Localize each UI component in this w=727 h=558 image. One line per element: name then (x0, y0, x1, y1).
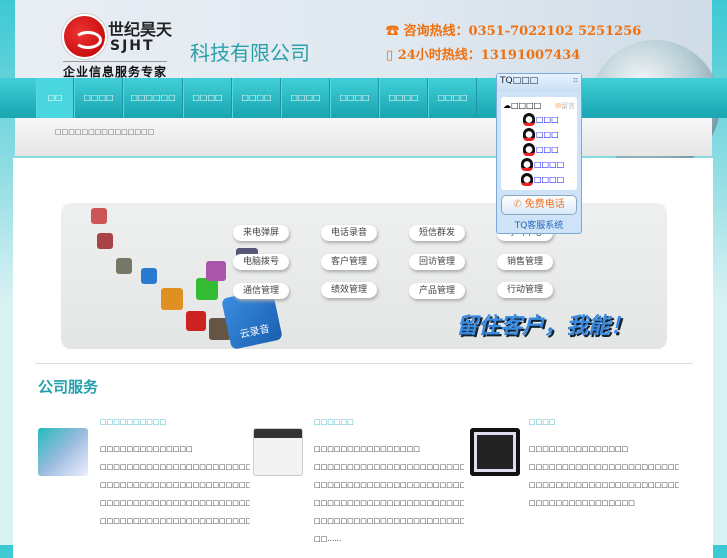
qq-penguin-icon (523, 113, 535, 126)
tq-agent-list: ☁□□□□ ✉留言 □□□ □□□ □□□ □□□□ □□□□ (501, 97, 577, 190)
app-icon (116, 258, 132, 274)
service-line: □□□□□□□□□□□□□□□□□□□□□□□□ (100, 517, 250, 525)
service-line: □□□□□□□□□□□□□□□□□□□□□□□□□□□□□□ (314, 481, 464, 489)
brand-en: SJHT (110, 38, 155, 54)
group-label: ☁□□□□ (503, 101, 542, 110)
company-name: 科技有限公司 (190, 41, 310, 65)
tq-agent[interactable]: □□□ (523, 128, 577, 141)
service-line: □□□□□□□□□□□□□□□□ (529, 499, 635, 507)
app-icon (186, 311, 206, 331)
phone-icon: ☎ (386, 24, 404, 39)
close-icon[interactable]: ⌗ (573, 76, 578, 86)
service-line: □□□□□□□□□□□□□□□□□□□□□□□□□□□□□□ (314, 463, 464, 471)
app-icon (141, 268, 157, 284)
hotline-24: ▯ 24小时热线：13191007434 (386, 44, 580, 63)
service-line: □□□□□□□□□□□□□□ (100, 445, 193, 453)
nav-item[interactable]: □□□□ (330, 78, 379, 118)
tq-agent[interactable]: □□□□ (521, 173, 577, 186)
feature-pill[interactable]: 通信管理 (233, 283, 289, 299)
nav-item[interactable]: □□□□ (183, 78, 232, 118)
brand-cn: 世纪昊天 (108, 20, 173, 39)
service-line: □□□□□□□□□□□□□□□□ (314, 445, 420, 453)
hotline: ☎ 咨询热线：0351-7022102 5251256 (386, 20, 641, 39)
nav-item[interactable]: □□□□□□ (123, 78, 183, 118)
divider (35, 363, 693, 364)
service-title[interactable]: □□□□□□□□□□ (100, 418, 250, 440)
service-line: □□…… (314, 535, 342, 543)
logo-icon[interactable] (62, 14, 107, 59)
nav-item[interactable]: □□□□ (379, 78, 428, 118)
hotline-text: 咨询热线：0351-7022102 5251256 (403, 24, 642, 39)
service-line: □□□□□□□□□□□□□□□□□□□□□□□□□□□□□□ (100, 463, 250, 471)
feature-pill[interactable]: 销售管理 (497, 254, 553, 270)
phone-handset-icon: ✆ (513, 199, 525, 210)
section-title: 公司服务 (38, 378, 99, 396)
nav-item-home[interactable]: □□ (36, 78, 74, 118)
qq-penguin-icon (523, 143, 535, 156)
nav-item[interactable]: □□□□ (74, 78, 123, 118)
main-content: 云录音 来电弹屏 电话录音 短信群发 呼叫中心 电脑拨号 客户管理 回访管理 销… (13, 158, 713, 558)
service-line: □□□□□□□□□□□□□□□□□□□□□□□□□□□□□□ (314, 499, 464, 507)
service-line: □□□□□□□□□□□□□□□□□□□□□□□□□□□□□□ (100, 481, 250, 489)
tq-agent[interactable]: □□□ (523, 113, 577, 126)
feature-pill[interactable]: 回访管理 (409, 254, 465, 270)
feature-pill[interactable]: 行动管理 (497, 282, 553, 298)
feature-pill[interactable]: 短信群发 (409, 225, 465, 241)
slogan: 留住客户，我能！ (456, 314, 633, 339)
feature-pill[interactable]: 产品管理 (409, 283, 465, 299)
app-icon (196, 278, 218, 300)
hotline24-text: 24小时热线：13191007434 (397, 48, 581, 63)
feature-pill[interactable]: 电话录音 (321, 225, 377, 241)
service-thumbnail[interactable] (470, 428, 520, 476)
nav-item[interactable]: □□□□ (232, 78, 281, 118)
service-column: □□□□□□□□□□ □□□□□□□□□□□□□□ □□□□□□□□□□□□□□… (100, 418, 250, 530)
qq-penguin-icon (521, 173, 533, 186)
service-thumbnail[interactable] (253, 428, 303, 476)
breadcrumb: □□□□□□□□□□□□□□□ (15, 118, 712, 156)
service-column: □□□□□□ □□□□□□□□□□□□□□□□ □□□□□□□□□□□□□□□□… (314, 418, 464, 548)
tq-system-link[interactable]: TQ客服系统 (497, 218, 581, 231)
feature-pill[interactable]: 电脑拨号 (233, 254, 289, 270)
feature-pill[interactable]: 来电弹屏 (233, 225, 289, 241)
service-thumbnail[interactable] (38, 428, 88, 476)
feature-pill[interactable]: 客户管理 (321, 254, 377, 270)
app-icon (97, 233, 113, 249)
free-call-button[interactable]: ✆ 免费电话 (501, 195, 577, 215)
tq-agent[interactable]: □□□ (523, 143, 577, 156)
tq-header[interactable]: TQ□□□ ⌗ (497, 74, 581, 92)
message-button[interactable]: ✉留言 (555, 101, 575, 111)
service-line: □□□□□□□□□□□□□□□□□□□□□□□□□□□□□□ (529, 463, 679, 471)
tq-title: TQ□□□ (500, 76, 539, 86)
qq-penguin-icon (521, 158, 533, 171)
app-icon (206, 261, 226, 281)
service-title[interactable]: □□□□□□ (314, 418, 464, 440)
tq-chat-widget: TQ□□□ ⌗ ☁□□□□ ✉留言 □□□ □□□ □□□ □□□□ □□□□ ✆ … (496, 73, 582, 234)
service-line: □□□□□□□□□□□□□□□□□□□□□□□□□□□□□□ (100, 499, 250, 507)
nav-item[interactable]: □□□□ (428, 78, 477, 118)
mobile-icon: ▯ (386, 48, 398, 63)
service-line: □□□□□□□□□□□□□□□ (529, 445, 629, 453)
feature-pill[interactable]: 绩效管理 (321, 282, 377, 298)
qq-penguin-icon (523, 128, 535, 141)
main-nav: □□ □□□□ □□□□□□ □□□□ □□□□ □□□□ □□□□ □□□□ … (0, 78, 727, 118)
service-line: □□□□□□□□□□□□□□□□□□□□□□□□□□□□□□ (529, 481, 679, 489)
service-title[interactable]: □□□□ (529, 418, 679, 440)
service-column: □□□□ □□□□□□□□□□□□□□□ □□□□□□□□□□□□□□□□□□□… (529, 418, 679, 512)
app-icon (91, 208, 107, 224)
nav-item[interactable]: □□□□ (281, 78, 330, 118)
app-icon (161, 288, 183, 310)
service-line: □□□□□□□□□□□□□□□□□□□□□□□□□ (314, 517, 464, 525)
tq-agent[interactable]: □□□□ (521, 158, 577, 171)
